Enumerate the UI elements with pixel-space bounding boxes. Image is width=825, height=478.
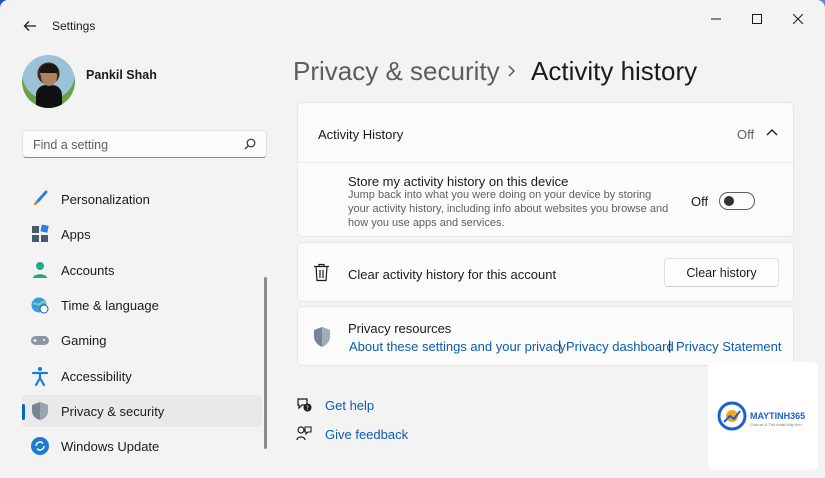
maximize-button[interactable]: [737, 8, 777, 30]
clear-history-label: Clear activity history for this account: [348, 267, 557, 282]
watermark: MAYTINH365 Chia sẻ & Thủ thuật Máy tính: [708, 362, 818, 470]
sidebar-item-label: Windows Update: [61, 439, 160, 454]
sidebar-item-time-language[interactable]: Time & language: [22, 289, 262, 321]
sidebar-scrollbar[interactable]: [264, 277, 267, 449]
accessibility-icon: [31, 367, 49, 386]
back-arrow-icon: [23, 21, 36, 31]
sidebar-item-label: Personalization: [61, 192, 150, 207]
breadcrumb-parent[interactable]: Privacy & security: [293, 56, 500, 87]
feedback-icon: [296, 426, 312, 441]
sidebar-item-gaming[interactable]: Gaming: [22, 324, 262, 356]
selected-indicator: [22, 404, 25, 420]
close-icon: [793, 14, 803, 24]
paintbrush-icon: [34, 190, 48, 205]
section-state: Off: [737, 127, 755, 142]
svg-text:?: ?: [306, 405, 309, 412]
sidebar-item-personalization[interactable]: Personalization: [22, 183, 262, 215]
game-controller-icon: [31, 336, 49, 345]
watermark-logo-icon: [717, 401, 747, 431]
store-history-desc-1: Jump back into what you were doing on yo…: [348, 189, 652, 201]
sidebar-item-apps[interactable]: Apps: [22, 218, 262, 250]
store-history-desc-3: how you use apps and services.: [348, 217, 505, 229]
store-history-title: Store my activity history on this device: [348, 174, 569, 189]
globe-clock-icon: [31, 297, 49, 314]
apps-icon: [32, 224, 49, 242]
give-feedback-link[interactable]: Give feedback: [325, 427, 408, 442]
avatar[interactable]: [22, 55, 75, 108]
shield-icon: [314, 327, 330, 347]
clear-history-button[interactable]: Clear history: [664, 258, 779, 287]
privacy-resources-card: [297, 306, 794, 366]
search-icon[interactable]: [244, 138, 256, 150]
page-title: Activity history: [531, 56, 698, 86]
minimize-button[interactable]: [696, 8, 736, 30]
close-button[interactable]: [778, 8, 818, 30]
help-icon: ?: [297, 398, 312, 412]
chevron-right-icon: [508, 65, 516, 77]
divider: [297, 162, 794, 163]
shield-icon: [32, 402, 48, 420]
sidebar-item-label: Apps: [61, 227, 91, 242]
watermark-tagline: Chia sẻ & Thủ thuật Máy tính: [750, 422, 802, 427]
sidebar-item-label: Accounts: [61, 263, 115, 278]
title-bar: Settings: [0, 0, 825, 52]
store-history-toggle[interactable]: [719, 192, 755, 210]
toggle-knob: [724, 196, 734, 206]
search-placeholder: Find a setting: [33, 138, 109, 152]
minimize-icon: [711, 18, 721, 20]
settings-window: Settings Pankil Shah Find a setting Pers…: [0, 0, 825, 478]
app-title: Settings: [52, 19, 96, 33]
sidebar-item-label: Privacy & security: [61, 404, 165, 419]
sidebar-item-accounts[interactable]: Accounts: [22, 254, 262, 286]
privacy-resources-title: Privacy resources: [348, 321, 452, 336]
search-input[interactable]: Find a setting: [22, 130, 267, 158]
link-separator: |: [668, 338, 672, 353]
link-separator: |: [558, 338, 562, 353]
person-icon: [33, 262, 47, 278]
link-privacy-statement[interactable]: Privacy Statement: [676, 339, 782, 354]
maximize-icon: [752, 14, 762, 24]
trash-icon: [314, 263, 329, 282]
sidebar-item-privacy-security[interactable]: Privacy & security: [22, 395, 262, 427]
toggle-state-label: Off: [691, 194, 709, 209]
sidebar-item-label: Gaming: [61, 333, 107, 348]
back-button[interactable]: [18, 14, 42, 38]
user-name: Pankil Shah: [86, 68, 157, 82]
store-history-desc-2: your activity history, including info ab…: [348, 203, 669, 215]
sidebar-item-label: Accessibility: [61, 369, 132, 384]
sidebar-item-label: Time & language: [61, 298, 159, 313]
link-privacy-dashboard[interactable]: Privacy dashboard: [566, 339, 674, 354]
section-label: Activity History: [318, 127, 404, 142]
update-icon: [31, 437, 49, 455]
sidebar-item-windows-update[interactable]: Windows Update: [22, 430, 262, 462]
sidebar-item-accessibility[interactable]: Accessibility: [22, 360, 262, 392]
get-help-link[interactable]: Get help: [325, 398, 374, 413]
chevron-up-icon[interactable]: [766, 128, 778, 138]
watermark-brand: MAYTINH365: [750, 411, 806, 421]
link-about-settings[interactable]: About these settings and your privacy: [349, 339, 566, 354]
